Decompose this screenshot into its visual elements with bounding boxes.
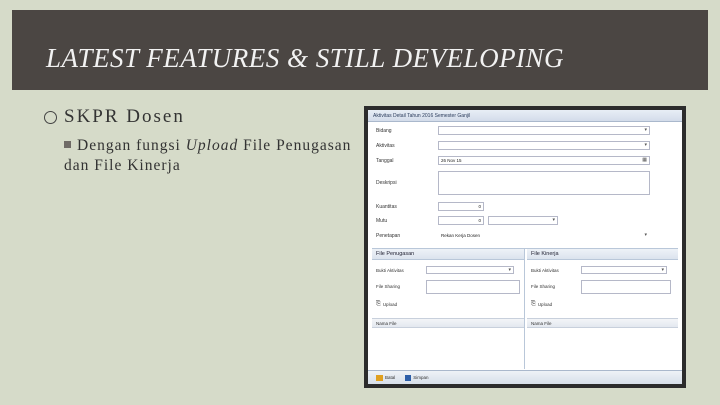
penugasan-sharing-label: File Sharing — [376, 284, 401, 289]
square-bullet-icon — [64, 141, 71, 148]
kuantitas-label: Kuantitas — [376, 204, 397, 210]
penugasan-upload-button[interactable]: ⎘ Upload — [376, 301, 397, 308]
simpan-button[interactable]: Simpan — [405, 374, 429, 381]
batal-label: Batal — [385, 375, 396, 380]
mutu-unit-select[interactable] — [488, 216, 558, 225]
slide-title: LATEST FEATURES & STILL DEVELOPING — [46, 43, 565, 73]
deskripsi-label: Deskripsi — [376, 180, 397, 186]
kinerja-bukti-label: Bukti Aktivitas — [531, 268, 559, 273]
aktivitas-select[interactable] — [438, 141, 650, 150]
penugasan-grid-header[interactable]: Nama File — [372, 318, 524, 328]
bidang-label: Bidang — [376, 128, 392, 134]
penetapan-select[interactable]: Rekan Kerja Dosen — [438, 231, 650, 240]
penugasan-bukti-select[interactable] — [426, 266, 514, 274]
tanggal-label: Tanggal — [376, 158, 394, 164]
bullet-main: SKPR Dosen — [44, 106, 185, 128]
simpan-label: Simpan — [413, 375, 429, 380]
batal-button[interactable]: Batal — [376, 374, 396, 381]
exit-icon — [376, 374, 383, 381]
kinerja-grid-header[interactable]: Nama File — [527, 318, 678, 328]
bullet-main-text: SKPR Dosen — [64, 106, 185, 127]
kinerja-sharing-field[interactable] — [581, 280, 671, 294]
kinerja-upload-button[interactable]: ⎘ Upload — [531, 301, 552, 308]
deskripsi-textarea[interactable] — [438, 171, 650, 195]
mutu-label: Mutu — [376, 218, 388, 224]
circle-bullet-icon — [44, 110, 57, 124]
tanggal-field[interactable]: 26 Nov 15 ▦ — [438, 156, 650, 165]
penugasan-bukti-label: Bukti Aktivitas — [376, 268, 404, 273]
file-kinerja-panel: File Kinerja Bukti Aktivitas File Sharin… — [527, 249, 678, 369]
bullet-sub-emphasis: Upload — [185, 137, 239, 154]
file-panels: File Penugasan Bukti Aktivitas File Shar… — [372, 248, 678, 369]
mutu-field[interactable]: 0 — [438, 216, 484, 225]
calendar-icon[interactable]: ▦ — [642, 157, 647, 163]
activity-form: Bidang Aktivitas Tanggal 26 Nov 15 ▦ Des… — [368, 122, 682, 246]
save-icon — [405, 374, 412, 381]
kinerja-sharing-label: File Sharing — [531, 284, 556, 289]
aktivitas-label: Aktivitas — [376, 143, 395, 149]
file-penugasan-panel: File Penugasan Bukti Aktivitas File Shar… — [372, 249, 525, 369]
penetapan-label: Penetapan — [376, 233, 401, 239]
slide-title-bar: LATEST FEATURES & STILL DEVELOPING — [12, 10, 708, 90]
bullet-sub: Dengan fungsi Upload File Penugasan dan … — [64, 136, 354, 176]
kuantitas-field[interactable]: 0 — [438, 202, 484, 211]
tanggal-value: 26 Nov 15 — [441, 158, 462, 163]
file-kinerja-header: File Kinerja — [527, 249, 678, 260]
screenshot-frame: Aktivitas Detail Tahun 2016 Semester Gan… — [364, 106, 686, 388]
paperclip-icon: ⎘ — [531, 301, 536, 307]
bidang-select[interactable] — [438, 126, 650, 135]
penugasan-upload-label: Upload — [382, 302, 398, 307]
window-footer: Batal Simpan — [368, 370, 682, 384]
paperclip-icon: ⎘ — [376, 301, 381, 307]
kinerja-bukti-select[interactable] — [581, 266, 667, 274]
penugasan-sharing-field[interactable] — [426, 280, 520, 294]
bullet-sub-prefix: Dengan fungsi — [77, 137, 186, 154]
kinerja-upload-label: Upload — [537, 302, 553, 307]
activity-window: Aktivitas Detail Tahun 2016 Semester Gan… — [368, 110, 682, 384]
file-penugasan-header: File Penugasan — [372, 249, 524, 260]
window-title: Aktivitas Detail Tahun 2016 Semester Gan… — [368, 110, 682, 122]
